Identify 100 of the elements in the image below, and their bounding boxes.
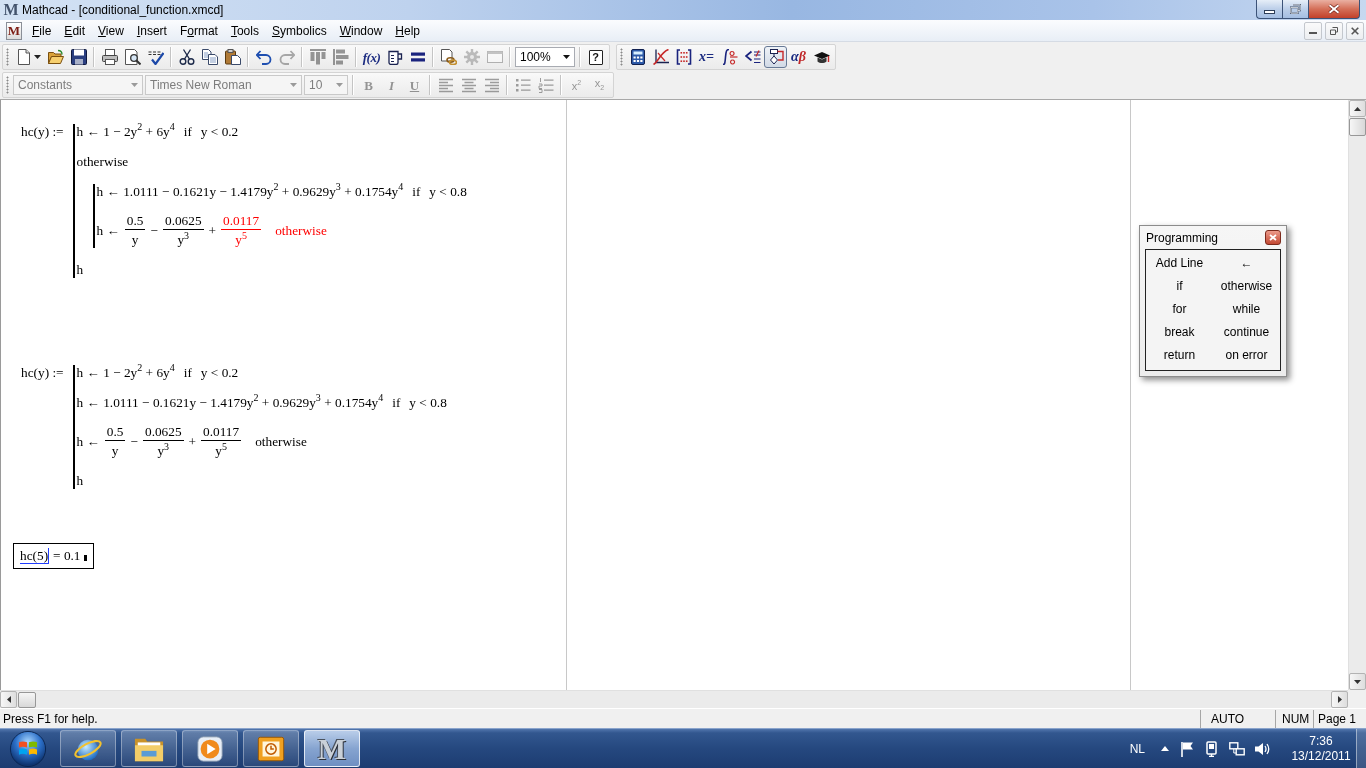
close-icon	[1328, 4, 1340, 14]
toolbar-grip[interactable]	[6, 48, 9, 66]
placeholder-icon	[83, 554, 87, 561]
device-icon[interactable]	[1204, 740, 1220, 757]
network-icon[interactable]	[1229, 740, 1245, 757]
fraction: 0.0117 y$^{5}$	[221, 214, 262, 248]
menu-item[interactable]: Window	[333, 20, 389, 41]
clipboard-icon	[224, 49, 241, 65]
fraction: 0.5 y	[104, 425, 126, 459]
programming-toolbar-button[interactable]	[764, 46, 787, 68]
math-expression: hc(5)	[20, 548, 50, 564]
menu-item[interactable]: View	[92, 20, 130, 41]
fraction: 0.5 y	[124, 214, 146, 248]
scroll-right-button[interactable]	[1331, 691, 1348, 708]
menu-item[interactable]: Format	[173, 20, 224, 41]
caret-icon	[33, 55, 41, 59]
taskbar-button[interactable]	[60, 730, 116, 767]
align-left-icon	[437, 77, 454, 93]
palette-button[interactable]: for	[1146, 297, 1213, 320]
math-expression: +	[208, 223, 217, 239]
palette-button[interactable]: break	[1146, 320, 1213, 343]
math-expression: h	[76, 262, 84, 278]
taskbar-button[interactable]	[121, 730, 177, 767]
palette-button[interactable]: otherwise	[1213, 274, 1280, 297]
restore-icon	[1330, 26, 1338, 35]
app-logo: M	[2, 1, 20, 19]
scroll-left-button[interactable]	[0, 691, 17, 708]
status-panel: Page 1	[1313, 709, 1366, 728]
up-arrow-icon[interactable]	[1161, 746, 1169, 751]
math-region[interactable]: hc(5) = 0.1	[13, 543, 94, 569]
comparison-icon	[744, 49, 761, 65]
clock-date[interactable]: 13/12/2011	[1291, 748, 1351, 764]
show-desktop-button[interactable]	[1356, 729, 1366, 768]
palette-button[interactable]: continue	[1213, 320, 1280, 343]
gear-icon	[463, 49, 480, 65]
taskbar-button[interactable]	[182, 730, 238, 767]
menu-item[interactable]: Help	[389, 20, 427, 41]
language-indicator[interactable]: NL	[1129, 741, 1145, 756]
math-expression: y < 0.8	[429, 184, 467, 200]
program-keyword: if	[183, 365, 192, 381]
toolbar-grip[interactable]	[620, 48, 623, 66]
program-keyword: otherwise	[275, 223, 327, 239]
menu-item[interactable]: Tools	[224, 20, 265, 41]
palette-button[interactable]: if	[1146, 274, 1213, 297]
speaker-icon[interactable]	[1254, 740, 1270, 757]
right-arrow-icon	[1337, 696, 1342, 703]
page-icon	[15, 49, 32, 65]
align-center-icon	[460, 77, 477, 93]
align-down-icon	[332, 49, 349, 65]
palette-button[interactable]: return	[1146, 343, 1213, 366]
math-expression: h ← 1.0111 − 0.1621y − 1.4179y$^{2}$ + 0.9629y$^{3}$ + 0.1754y$^{4}$	[96, 184, 404, 200]
clock-time[interactable]: 7:36	[1309, 733, 1333, 749]
palette-button[interactable]: on error	[1213, 343, 1280, 366]
scroll-up-button[interactable]	[1349, 100, 1366, 117]
evaluation-toolbar-button[interactable]: x=	[695, 46, 718, 68]
copy-icon	[201, 49, 218, 65]
restore-button[interactable]	[1282, 0, 1308, 19]
palette-button[interactable]: while	[1213, 297, 1280, 320]
flag-icon[interactable]	[1179, 740, 1195, 757]
program-keyword: otherwise	[76, 154, 129, 170]
zoom-dropdown[interactable]: 100%	[515, 47, 575, 67]
undo-icon	[255, 49, 272, 65]
taskbar-button[interactable]	[243, 730, 299, 767]
menu-item[interactable]: Symbolics	[265, 20, 333, 41]
insert-function-button[interactable]: f(x)	[360, 46, 383, 68]
window-icon	[486, 49, 503, 65]
math-expression: h ← 1.0111 − 0.1621y − 1.4179y$^{2}$ + 0.9629y$^{3}$ + 0.1754y$^{4}$	[76, 395, 384, 411]
result-value: = 0.1	[53, 548, 81, 564]
greek-toolbar-button[interactable]: αβ	[787, 46, 810, 68]
math-expression: h	[76, 473, 84, 489]
redo-icon	[278, 49, 295, 65]
measuring-cup-icon	[386, 49, 403, 65]
matrix-icon	[675, 49, 692, 65]
palette-button[interactable]: ←	[1213, 251, 1280, 274]
program-keyword: if	[183, 124, 192, 140]
help-button[interactable]: ?	[584, 46, 607, 68]
function-definition: hc(y) :=	[21, 124, 64, 140]
function-definition: hc(y) :=	[21, 365, 64, 381]
menu-item[interactable]: Insert	[130, 20, 173, 41]
scroll-thumb[interactable]	[1349, 118, 1366, 136]
menu-item[interactable]: File	[26, 20, 58, 41]
close-button[interactable]	[1308, 0, 1360, 19]
status-panel: NUM	[1275, 709, 1313, 728]
minimize-button[interactable]	[1256, 0, 1282, 19]
math-expression: h ←	[96, 223, 120, 239]
calculator-icon	[629, 49, 646, 65]
program-keyword: otherwise	[255, 434, 307, 450]
menu-item[interactable]: Edit	[58, 20, 92, 41]
scroll-down-button[interactable]	[1349, 673, 1366, 690]
palette-title: Programming	[1146, 230, 1219, 245]
status-message: Press F1 for help.	[2, 711, 99, 726]
scroll-thumb[interactable]	[18, 691, 36, 708]
document-logo[interactable]: M	[6, 21, 22, 40]
palette-button[interactable]: Add Line	[1146, 251, 1213, 274]
flowchart-icon	[767, 49, 784, 65]
close-button[interactable]	[1265, 230, 1281, 245]
math-expression: y < 0.8	[409, 395, 447, 411]
program-keyword: if	[392, 395, 401, 411]
math-expression: −	[130, 434, 138, 450]
toolbar-grip[interactable]	[6, 76, 9, 94]
